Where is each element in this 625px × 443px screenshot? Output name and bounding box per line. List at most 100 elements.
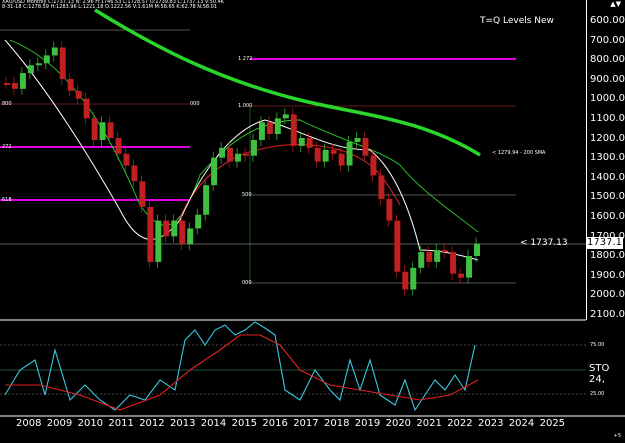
level-label-left-top: 800 <box>2 101 12 107</box>
candle-body <box>179 220 186 245</box>
candle-body <box>139 181 146 207</box>
candles-group <box>4 41 480 296</box>
candle-body <box>195 214 202 229</box>
candle-body <box>250 139 257 156</box>
x-tick-label: 2019 <box>354 418 381 429</box>
candle-body <box>354 138 361 142</box>
y-tick-label: 1100.00 <box>590 113 625 124</box>
x-tick-label: 2025 <box>539 418 566 429</box>
sma-50-line <box>9 39 479 233</box>
y-tick-label: 900.00 <box>590 73 625 85</box>
sto-level-75-label: 75.00 <box>590 342 605 348</box>
y-tick-label: 1700.00 <box>590 230 625 242</box>
x-tick-label: 2012 <box>139 418 165 429</box>
y-tick-label: 1400.00 <box>590 171 625 183</box>
candle-body <box>91 118 98 140</box>
candle-body <box>75 90 82 99</box>
x-tick-label: 2018 <box>324 418 350 429</box>
candle-body <box>51 47 58 56</box>
level-label-left-mid1: 272 <box>2 144 12 150</box>
level-label-1000: 1.000 <box>238 103 253 109</box>
candle-body <box>227 147 234 162</box>
x-tick-label: 2024 <box>508 418 535 429</box>
sma-200-label: < 1279.94 - 200 SMA <box>492 150 546 156</box>
candle-body <box>394 220 401 272</box>
x-tick-label: 2014 <box>200 418 227 429</box>
candle-body <box>314 147 321 162</box>
candle-body <box>99 122 106 140</box>
price-chart[interactable] <box>0 0 625 443</box>
x-tick-label: 2021 <box>416 418 442 429</box>
y-tick-label: 800.00 <box>590 54 625 66</box>
level-label-1272: 1.272 <box>238 56 253 62</box>
candle-body <box>115 138 122 154</box>
x-tick-label: 2020 <box>385 418 412 429</box>
price-readout: < 1737.13 <box>520 238 568 248</box>
level-label-box-top: 000 <box>190 101 200 107</box>
y-tick-label: 1800.00 <box>590 250 625 262</box>
candle-body <box>27 65 34 74</box>
x-tick-label: 2013 <box>170 418 196 429</box>
chart-title: T=Q Levels New <box>480 16 554 26</box>
candle-body <box>322 149 329 162</box>
candle-body <box>362 138 369 156</box>
candle-body <box>187 228 194 245</box>
x-tick-label: 2016 <box>262 418 288 429</box>
x-tick-label: 2023 <box>478 418 504 429</box>
candle-body <box>434 250 441 262</box>
candle-body <box>274 118 281 135</box>
candle-body <box>338 153 345 166</box>
zoom-indicator[interactable]: +5 <box>614 433 621 439</box>
candle-body <box>43 55 50 64</box>
sto-d-line <box>5 334 479 411</box>
x-tick-label: 2008 <box>16 418 42 429</box>
candle-body <box>298 138 305 146</box>
candle-body <box>418 252 425 268</box>
candle-body <box>442 250 449 253</box>
y-tick-label: 600.00 <box>590 15 625 26</box>
level-label-500: 500 <box>242 192 252 198</box>
y-tick-label: 700.00 <box>590 34 625 46</box>
candle-body <box>155 220 162 262</box>
candle-body <box>235 153 241 162</box>
candle-body <box>378 175 385 199</box>
x-tick-label: 2022 <box>447 418 473 429</box>
candle-body <box>258 122 265 140</box>
candle-body <box>370 155 377 176</box>
candle-body <box>410 267 417 290</box>
level-label-left-mid2: 618 <box>2 197 12 203</box>
candle-body <box>11 82 18 89</box>
candle-body <box>59 47 66 79</box>
y-tick-label: 1900.00 <box>590 269 625 281</box>
candle-body <box>123 153 130 166</box>
candle-body <box>203 185 210 215</box>
sto-label: STO 24, <box>589 363 610 385</box>
y-tick-label: 2100.00 <box>590 309 625 320</box>
candle-body <box>131 165 138 182</box>
candle-body <box>266 122 273 135</box>
candle-body <box>450 252 457 274</box>
candle-body <box>474 243 480 256</box>
y-tick-label: 1200.00 <box>590 132 625 144</box>
candle-body <box>107 122 114 138</box>
y-tick-label: 1500.00 <box>590 191 625 203</box>
y-tick-label: 1300.00 <box>590 152 625 164</box>
candle-body <box>171 220 178 237</box>
candle-body <box>19 73 26 89</box>
candle-body <box>4 82 10 85</box>
y-tick-label: 2000.00 <box>590 289 625 301</box>
candle-body <box>163 220 170 237</box>
candle-body <box>330 149 337 154</box>
candle-body <box>426 252 433 262</box>
x-tick-label: 2015 <box>231 418 258 429</box>
candle-body <box>346 141 353 166</box>
candle-body <box>35 63 42 66</box>
candle-body <box>386 198 393 221</box>
candle-body <box>211 157 218 186</box>
candle-body <box>83 98 90 119</box>
candle-body <box>458 273 465 278</box>
sto-level-25-label: 25.00 <box>590 391 605 397</box>
candle-body <box>67 79 74 91</box>
y-tick-label: 1000.00 <box>590 93 625 105</box>
candle-body <box>402 271 409 290</box>
